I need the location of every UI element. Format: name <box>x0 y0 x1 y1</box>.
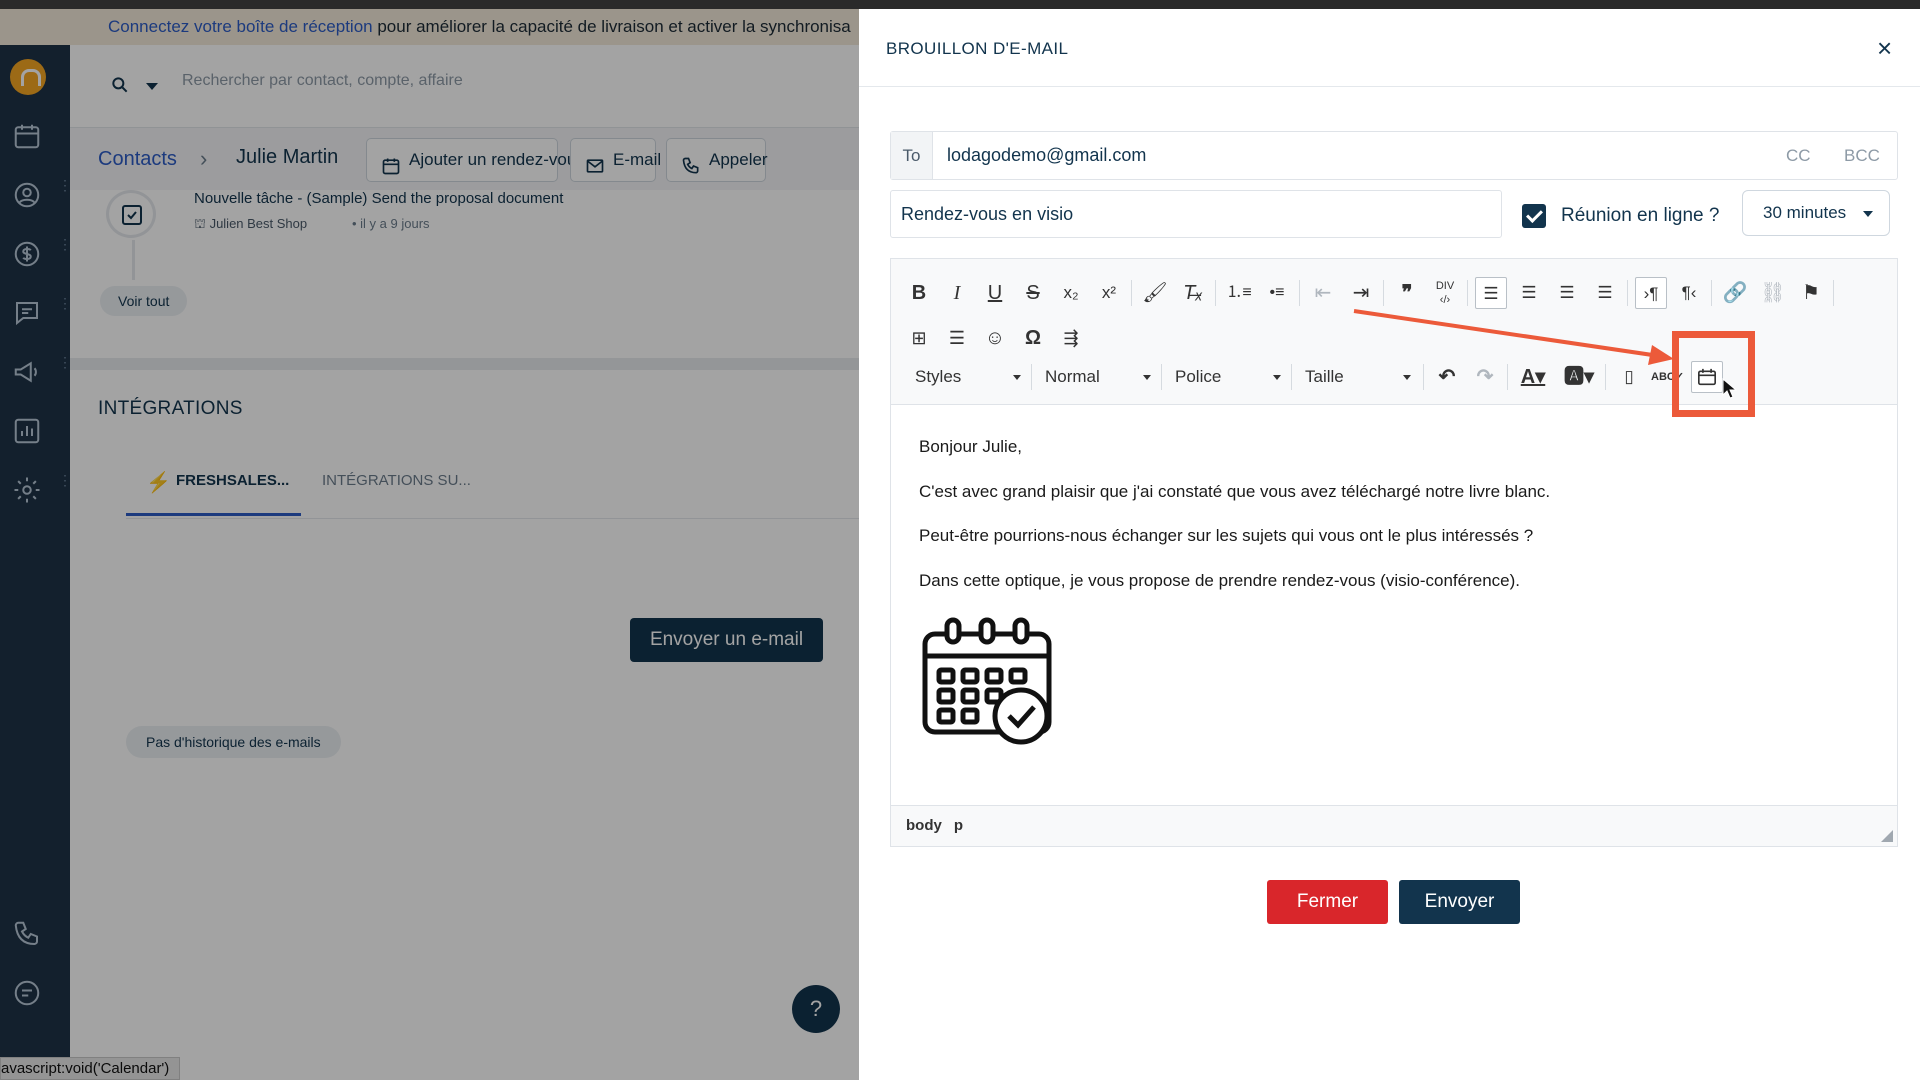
close-icon[interactable]: × <box>1877 35 1892 61</box>
email-paragraph: Peut-être pourrions-nous échanger sur le… <box>919 526 1534 545</box>
path-element-p[interactable]: p <box>954 817 963 834</box>
size-select-label: Taille <box>1305 367 1344 386</box>
toolbar-separator <box>1711 280 1712 306</box>
duration-value: 30 minutes <box>1763 203 1847 222</box>
page-break-icon[interactable]: ⇶ <box>1055 322 1087 354</box>
email-paragraph: Dans cette optique, je vous propose de p… <box>919 571 1521 590</box>
toolbar-separator <box>1131 280 1132 306</box>
bcc-button[interactable]: BCC <box>1844 146 1880 166</box>
remove-format-icon[interactable]: T̶ₓ <box>1177 277 1209 309</box>
to-label: To <box>891 132 933 179</box>
to-input[interactable]: lodagodemo@gmail.com <box>947 145 1146 166</box>
annotation-highlight-box <box>1672 331 1755 417</box>
italic-button[interactable]: I <box>941 277 973 309</box>
editor-body[interactable]: Bonjour Julie, C'est avec grand plaisir … <box>891 405 1897 805</box>
modal-header-divider <box>859 86 1920 87</box>
format-select[interactable]: Normal <box>1037 362 1155 392</box>
toolbar-separator <box>1161 364 1162 390</box>
toolbar-separator <box>1627 280 1628 306</box>
element-path-bar: body p <box>891 805 1897 846</box>
annotation-arrow <box>1353 309 1674 365</box>
anchor-flag-icon[interactable]: ⚑ <box>1795 277 1827 309</box>
duration-select[interactable]: 30 minutes <box>1742 190 1890 236</box>
path-element-body[interactable]: body <box>906 817 942 834</box>
close-button[interactable]: Fermer <box>1267 880 1388 924</box>
bold-button[interactable]: B <box>903 277 935 309</box>
styles-select[interactable]: Styles <box>907 362 1025 392</box>
bullet-list-icon[interactable]: •≡ <box>1261 277 1293 309</box>
online-meeting-label: Réunion en ligne ? <box>1561 205 1720 226</box>
toolbar-separator <box>1467 280 1468 306</box>
modal-backdrop[interactable] <box>0 9 859 1080</box>
format-select-label: Normal <box>1045 367 1100 386</box>
link-icon[interactable]: 🔗 <box>1719 277 1751 309</box>
toolbar-separator <box>1299 280 1300 306</box>
window-top-strip <box>0 0 1920 9</box>
chevron-down-icon <box>1273 375 1281 380</box>
special-character-icon[interactable]: Ω <box>1017 322 1049 354</box>
cc-button[interactable]: CC <box>1786 146 1811 166</box>
superscript-icon[interactable]: x² <box>1093 277 1125 309</box>
calendar-check-image[interactable] <box>921 616 1055 751</box>
subscript-icon[interactable]: x₂ <box>1055 277 1087 309</box>
modal-title: BROUILLON D'E-MAIL <box>886 39 1069 58</box>
chevron-down-icon <box>1143 375 1151 380</box>
numbered-list-icon[interactable]: ⒈≡ <box>1223 277 1255 309</box>
mouse-cursor-icon <box>1722 377 1738 405</box>
toolbar-separator <box>1833 280 1834 306</box>
font-select[interactable]: Police <box>1167 362 1285 392</box>
strikethrough-button[interactable]: S <box>1017 277 1049 309</box>
online-meeting-checkbox[interactable] <box>1522 204 1546 228</box>
recipient-field[interactable]: To lodagodemo@gmail.com CC BCC <box>890 131 1898 180</box>
unlink-icon[interactable]: ⛓ <box>1757 277 1789 309</box>
emoji-icon[interactable]: ☺ <box>979 322 1011 354</box>
table-icon[interactable]: ⊞ <box>903 322 935 354</box>
chevron-down-icon <box>1863 211 1873 217</box>
send-button[interactable]: Envoyer <box>1399 880 1520 924</box>
email-paragraph: Bonjour Julie, <box>919 437 1023 456</box>
toolbar-separator <box>1031 364 1032 390</box>
horizontal-rule-icon[interactable]: ☰ <box>941 322 973 354</box>
subject-input[interactable]: Rendez-vous en visio <box>890 190 1502 238</box>
copy-format-brush-icon[interactable]: 🖌 <box>1139 277 1171 309</box>
outdent-icon[interactable]: ⇤ <box>1307 277 1339 309</box>
chevron-down-icon <box>1013 375 1021 380</box>
styles-select-label: Styles <box>915 367 962 386</box>
toolbar-separator <box>1215 280 1216 306</box>
toolbar-separator <box>1383 280 1384 306</box>
toolbar-separator <box>1291 364 1292 390</box>
email-draft-modal: BROUILLON D'E-MAIL × To lodagodemo@gmail… <box>859 9 1920 1080</box>
font-select-label: Police <box>1175 367 1222 386</box>
chevron-down-icon <box>1403 375 1411 380</box>
email-paragraph: C'est avec grand plaisir que j'ai consta… <box>919 482 1551 501</box>
resize-handle[interactable] <box>1881 830 1893 842</box>
underline-button[interactable]: U <box>979 277 1011 309</box>
